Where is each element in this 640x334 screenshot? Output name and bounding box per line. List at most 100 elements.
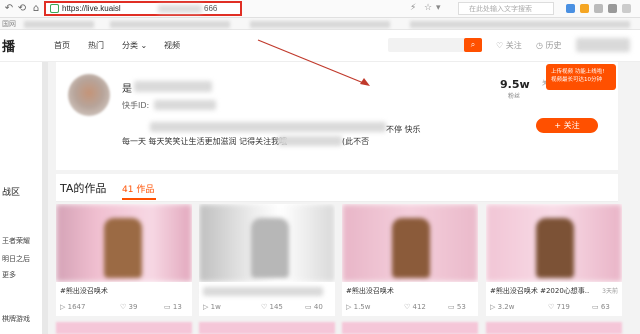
bio-line-1-tail: 不停 快乐 bbox=[386, 125, 421, 134]
clock-icon: ◷ bbox=[536, 41, 543, 50]
video-views: ▷ 1647 bbox=[60, 303, 85, 311]
video-views: ▷ 1.5w bbox=[346, 303, 370, 311]
browser-search-input[interactable]: 在此处输入文字搜索 bbox=[458, 2, 554, 15]
video-thumbnail[interactable] bbox=[342, 204, 478, 282]
video-views: ▷ 3.2w bbox=[490, 303, 514, 311]
video-comments-value: 63 bbox=[600, 303, 610, 311]
upload-promo-banner[interactable]: 上传视频 功能上线啦! 视频最长可达10分钟 bbox=[546, 64, 616, 90]
lightning-icon[interactable]: ⚡ bbox=[410, 3, 416, 13]
comment-icon: ▭ bbox=[448, 303, 455, 311]
play-icon: ▷ bbox=[60, 303, 66, 311]
video-likes: ♡ 412 bbox=[404, 303, 426, 311]
bookmarks-bar: 国网 bbox=[0, 18, 640, 30]
avatar[interactable] bbox=[68, 74, 110, 116]
sidebar-item[interactable]: 更多 bbox=[2, 270, 16, 280]
video-title: #熊出没召唤术 bbox=[60, 287, 108, 295]
video-comments: ▭ 40 bbox=[305, 303, 323, 311]
history-link-label: 历史 bbox=[545, 41, 562, 50]
sidebar-scrollbar[interactable] bbox=[42, 62, 48, 334]
works-title: TA的作品 bbox=[60, 182, 107, 195]
play-icon: ▷ bbox=[346, 303, 352, 311]
nav-category-label: 分类 bbox=[122, 41, 138, 50]
video-title: #熊出没召唤术 #2020心想事... bbox=[490, 287, 590, 295]
extension-icon[interactable] bbox=[580, 4, 589, 13]
stat-fans-label: 粉丝 bbox=[507, 93, 520, 100]
nav-home[interactable]: 首页 bbox=[54, 40, 70, 51]
bookmark-item[interactable]: 国网 bbox=[2, 19, 16, 29]
stat-fans[interactable]: 9.5w 粉丝 bbox=[500, 78, 530, 100]
heart-icon: ♡ bbox=[261, 303, 268, 311]
follow-button[interactable]: + 关注 bbox=[536, 118, 598, 133]
promo-line-2: 视频最长可达10分钟 bbox=[551, 77, 602, 83]
video-card[interactable]: ▷ 1w ♡ 145 ▭ 40 bbox=[199, 204, 335, 316]
undo-icon[interactable]: ⟲ bbox=[16, 2, 28, 15]
stat-fans-value: 9.5w bbox=[500, 78, 530, 91]
video-card-row-2[interactable] bbox=[56, 322, 192, 334]
video-likes: ♡ 719 bbox=[548, 303, 570, 311]
video-comments: ▭ 53 bbox=[448, 303, 466, 311]
video-card-row-2[interactable] bbox=[486, 322, 622, 334]
video-comments-value: 53 bbox=[456, 303, 466, 311]
address-bar[interactable]: https://live.kuaisl 666 bbox=[44, 1, 242, 16]
chevron-down-icon[interactable]: ▾ bbox=[436, 3, 441, 13]
follow-link[interactable]: ♡ 关注 bbox=[496, 40, 522, 51]
play-icon: ▷ bbox=[490, 303, 496, 311]
nav-category[interactable]: 分类 ⌄ bbox=[122, 40, 147, 51]
url-tail-text: 666 bbox=[204, 4, 218, 13]
video-card[interactable]: #熊出没召唤术 ▷ 1647 ♡ 39 ▭ 13 bbox=[56, 204, 192, 316]
bookmark-redacted bbox=[110, 21, 230, 28]
video-thumbnail[interactable] bbox=[486, 204, 622, 282]
sidebar: 战区 王者荣耀 明日之后 更多 棋牌游戏 bbox=[0, 62, 46, 334]
user-menu-redacted[interactable] bbox=[576, 38, 630, 52]
video-views: ▷ 1w bbox=[203, 303, 221, 311]
video-likes-value: 719 bbox=[556, 303, 570, 311]
nav-video[interactable]: 视频 bbox=[164, 40, 180, 51]
url-redacted bbox=[158, 5, 202, 13]
promo-line-1: 上传视频 功能上线啦! bbox=[551, 69, 605, 75]
video-views-value: 1647 bbox=[67, 303, 86, 311]
works-header: TA的作品 41 作品 bbox=[56, 174, 618, 202]
video-card[interactable]: #熊出没召唤术 #2020心想事... 3天前 ▷ 3.2w ♡ 719 ▭ 6… bbox=[486, 204, 622, 316]
heart-icon: ♡ bbox=[548, 303, 555, 311]
video-title-redacted bbox=[203, 287, 323, 296]
extension-icon[interactable] bbox=[566, 4, 575, 13]
video-comments-value: 13 bbox=[172, 303, 182, 311]
back-icon[interactable]: ↶ bbox=[3, 2, 15, 15]
search-icon: ⌕ bbox=[470, 40, 476, 49]
site-logo[interactable]: 播 bbox=[2, 36, 15, 55]
video-likes-value: 412 bbox=[412, 303, 426, 311]
bio-line-2: 每一天 每天笑笑让生活更加滋润 记得关注我哦 bbox=[122, 137, 288, 146]
video-thumbnail[interactable] bbox=[56, 204, 192, 282]
bio-redacted bbox=[278, 136, 342, 146]
search-button[interactable]: ⌕ bbox=[464, 38, 482, 52]
star-icon[interactable]: ☆ bbox=[424, 3, 432, 13]
video-views-value: 1.5w bbox=[353, 303, 371, 311]
nav-hot[interactable]: 热门 bbox=[88, 40, 104, 51]
sidebar-zone-label: 战区 bbox=[2, 188, 21, 198]
play-icon: ▷ bbox=[203, 303, 209, 311]
heart-icon: ♡ bbox=[404, 303, 411, 311]
video-comments: ▭ 63 bbox=[592, 303, 610, 311]
video-likes: ♡ 145 bbox=[261, 303, 283, 311]
video-card-row-2[interactable] bbox=[342, 322, 478, 334]
history-link[interactable]: ◷ 历史 bbox=[536, 40, 562, 51]
site-header: 播 首页 热门 分类 ⌄ 视频 ⌕ ♡ 关注 ◷ 历史 bbox=[0, 30, 640, 62]
extension-icon[interactable] bbox=[608, 4, 617, 13]
extension-icon[interactable] bbox=[594, 4, 603, 13]
video-title: #熊出没召唤术 bbox=[346, 287, 394, 295]
sidebar-item[interactable]: 王者荣耀 bbox=[2, 236, 30, 246]
video-likes: ♡ 39 bbox=[120, 303, 137, 311]
bio-line-2-tail: (此不否 bbox=[342, 137, 370, 146]
sidebar-item[interactable]: 棋牌游戏 bbox=[2, 314, 30, 324]
video-card[interactable]: #熊出没召唤术 ▷ 1.5w ♡ 412 ▭ 53 bbox=[342, 204, 478, 316]
video-thumbnail[interactable] bbox=[199, 204, 335, 282]
chevron-down-icon: ⌄ bbox=[140, 41, 148, 50]
comment-icon: ▭ bbox=[305, 303, 312, 311]
works-count-tab[interactable]: 41 作品 bbox=[122, 182, 154, 195]
bio-redacted bbox=[150, 122, 386, 132]
menu-icon[interactable] bbox=[622, 4, 631, 13]
home-icon[interactable]: ⌂ bbox=[30, 2, 42, 15]
site-search-input[interactable] bbox=[388, 38, 466, 52]
video-card-row-2[interactable] bbox=[199, 322, 335, 334]
sidebar-item[interactable]: 明日之后 bbox=[2, 254, 30, 264]
